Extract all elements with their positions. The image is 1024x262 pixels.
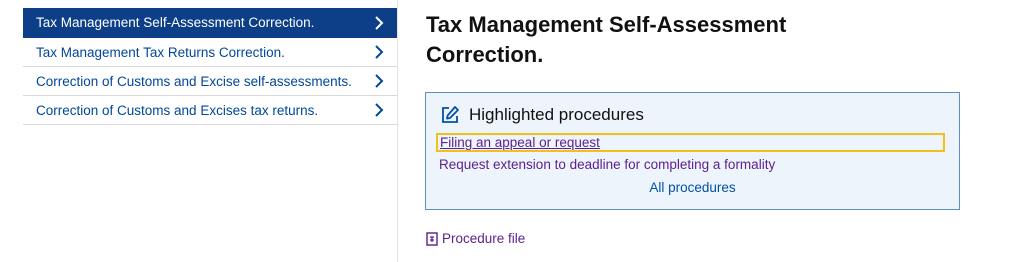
sidebar-item-customs-self-assessments[interactable]: Correction of Customs and Excise self-as… [23, 67, 397, 96]
edit-icon [442, 106, 459, 123]
chevron-right-icon [375, 45, 384, 59]
sidebar-item-label: Tax Management Tax Returns Correction. [36, 44, 285, 60]
procedure-file-label: Procedure file [442, 231, 526, 246]
chevron-right-icon [375, 15, 384, 30]
chevron-right-icon [375, 74, 384, 88]
sidebar-item-label: Correction of Customs and Excises tax re… [36, 102, 319, 118]
sidebar-item-tax-returns-correction[interactable]: Tax Management Tax Returns Correction. [23, 38, 397, 67]
highlighted-procedures-header: Highlighted procedures [440, 105, 644, 125]
document-icon [426, 231, 438, 246]
procedure-file-link[interactable]: Procedure file [426, 231, 525, 246]
highlighted-procedures-box: Highlighted procedures Filing an appeal … [425, 92, 960, 210]
procedure-link-filing-appeal[interactable]: Filing an appeal or request [436, 133, 945, 152]
procedure-link-request-extension[interactable]: Request extension to deadline for comple… [439, 157, 775, 172]
sidebar-item-self-assessment-correction[interactable]: Tax Management Self-Assessment Correctio… [23, 8, 397, 38]
sidebar-item-label: Tax Management Self-Assessment Correctio… [36, 15, 315, 30]
sidebar-item-customs-tax-returns[interactable]: Correction of Customs and Excises tax re… [23, 96, 397, 125]
chevron-right-icon [375, 103, 384, 117]
page-title: Tax Management Self-Assessment Correctio… [426, 12, 787, 67]
highlighted-procedures-title: Highlighted procedures [469, 105, 644, 124]
column-divider [397, 0, 398, 262]
sidebar-item-label: Correction of Customs and Excise self-as… [36, 73, 352, 89]
sidebar-nav: Tax Management Self-Assessment Correctio… [23, 8, 397, 125]
all-procedures-link[interactable]: All procedures [426, 180, 959, 195]
